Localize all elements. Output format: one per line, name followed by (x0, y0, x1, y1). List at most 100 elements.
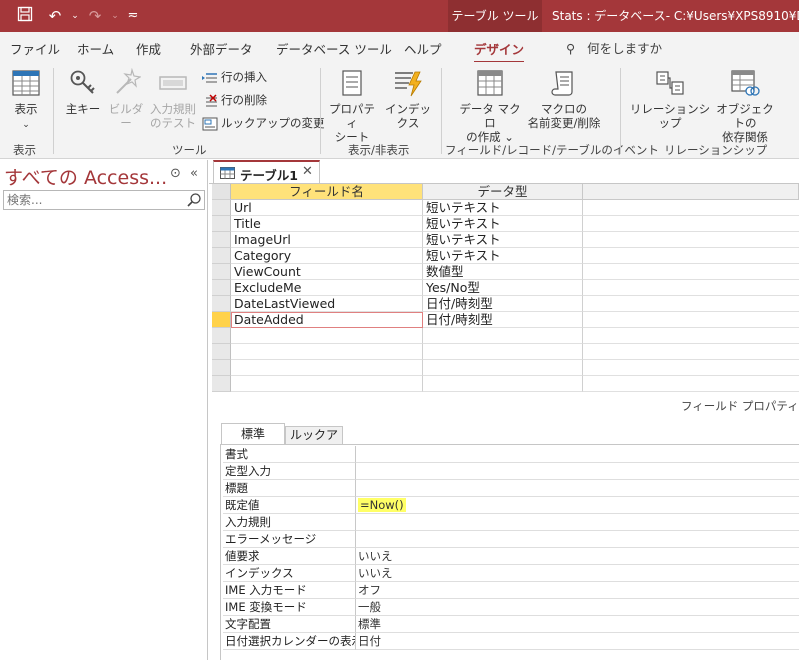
property-value[interactable] (356, 446, 799, 463)
property-value[interactable]: いいえ (356, 565, 799, 582)
nav-collapse-icon[interactable]: « (190, 166, 198, 181)
property-value[interactable]: オフ (356, 582, 799, 599)
nav-pane-title[interactable]: すべての Access... (4, 163, 167, 190)
tab-lookup[interactable]: ルックアップ (285, 426, 343, 459)
row-selector[interactable] (212, 360, 231, 376)
description-cell[interactable] (583, 248, 799, 264)
object-dependencies-button[interactable]: オブジェクトの 依存関係 (712, 68, 778, 144)
tell-me-label: 何をしますか (587, 41, 663, 56)
nav-search-box[interactable] (3, 190, 205, 210)
description-cell[interactable] (583, 200, 799, 216)
description-cell[interactable] (583, 216, 799, 232)
row-selector[interactable] (212, 312, 231, 328)
group-label-view: 表示 (13, 143, 36, 157)
description-cell[interactable] (583, 280, 799, 296)
property-value[interactable] (356, 531, 799, 548)
customize-toolbar-icon[interactable]: ≂ (122, 6, 144, 26)
data-type-cell[interactable] (423, 360, 583, 376)
test-rules-icon (159, 76, 187, 90)
description-cell[interactable] (583, 264, 799, 280)
property-value[interactable]: 一般 (356, 599, 799, 616)
key-icon (70, 70, 95, 94)
data-type-cell[interactable]: 日付/時刻型 (423, 312, 583, 328)
data-type-cell[interactable]: 短いテキスト (423, 248, 583, 264)
tab-file[interactable]: ファイル (10, 39, 60, 58)
rename-delete-macro-button[interactable]: マクロの 名前変更/削除 (522, 68, 606, 130)
field-name-cell[interactable] (231, 360, 423, 376)
chevron-down-icon: ⌄ (22, 120, 30, 130)
tab-database-tools[interactable]: データベース ツール (276, 39, 392, 58)
column-header-data-type: データ型 (423, 184, 583, 200)
indexes-button[interactable]: インデックス (380, 68, 436, 130)
tab-external-data[interactable]: 外部データ (190, 39, 253, 58)
nav-dropdown-icon[interactable]: ⊙ (170, 166, 181, 181)
row-selector[interactable] (212, 344, 231, 360)
row-selector[interactable] (212, 248, 231, 264)
close-icon[interactable]: ✕ (302, 164, 313, 179)
delete-rows-button[interactable]: 行の削除 (202, 91, 267, 109)
field-name-cell[interactable] (231, 328, 423, 344)
field-name-cell[interactable]: DateLastViewed (231, 296, 423, 312)
data-type-cell[interactable] (423, 344, 583, 360)
data-type-cell[interactable] (423, 328, 583, 344)
undo-icon[interactable]: ↶ (44, 6, 66, 26)
property-value[interactable] (356, 463, 799, 480)
tab-general[interactable]: 標準 (221, 423, 285, 445)
description-cell[interactable] (583, 312, 799, 328)
create-data-macros-button[interactable]: データ マクロ の作成 ⌄ (455, 68, 525, 144)
property-value[interactable]: 標準 (356, 616, 799, 633)
property-value[interactable] (356, 480, 799, 497)
description-cell[interactable] (583, 328, 799, 344)
row-selector[interactable] (212, 280, 231, 296)
row-selector[interactable] (212, 296, 231, 312)
tab-design[interactable]: デザイン (474, 39, 525, 64)
description-cell[interactable] (583, 232, 799, 248)
nav-search-input[interactable] (4, 191, 184, 209)
description-cell[interactable] (583, 296, 799, 312)
field-name-cell[interactable]: ImageUrl (231, 232, 423, 248)
data-type-cell[interactable]: 短いテキスト (423, 216, 583, 232)
field-name-cell[interactable]: ExcludeMe (231, 280, 423, 296)
property-value[interactable]: =Now() (356, 497, 799, 514)
search-icon[interactable] (186, 192, 202, 208)
data-type-cell[interactable]: 日付/時刻型 (423, 296, 583, 312)
field-name-cell[interactable]: DateAdded (231, 312, 423, 328)
field-name-cell[interactable]: ViewCount (231, 264, 423, 280)
data-type-cell[interactable]: 数値型 (423, 264, 583, 280)
row-selector[interactable] (212, 200, 231, 216)
tab-create[interactable]: 作成 (136, 39, 161, 58)
field-name-cell[interactable]: Category (231, 248, 423, 264)
property-value[interactable] (356, 514, 799, 531)
property-value[interactable]: いいえ (356, 548, 799, 565)
row-selector[interactable] (212, 264, 231, 280)
row-selector[interactable] (212, 216, 231, 232)
property-value[interactable]: 日付 (356, 633, 799, 650)
property-sheet-button[interactable]: プロパティ シート (328, 68, 376, 144)
group-label-relationships: リレーションシップ (664, 143, 768, 157)
description-cell[interactable] (583, 344, 799, 360)
modify-lookups-button[interactable]: ルックアップの変更 (202, 114, 325, 132)
field-name-cell[interactable] (231, 376, 423, 392)
data-type-cell[interactable]: Yes/No型 (423, 280, 583, 296)
description-cell[interactable] (583, 360, 799, 376)
field-name-cell[interactable] (231, 344, 423, 360)
table-document-tab[interactable]: テーブル1 ✕ (213, 160, 320, 184)
row-selector[interactable] (212, 328, 231, 344)
data-type-cell[interactable]: 短いテキスト (423, 200, 583, 216)
row-selector[interactable] (212, 376, 231, 392)
view-button[interactable]: 表示 ⌄ (6, 68, 46, 132)
tab-home[interactable]: ホーム (77, 39, 114, 58)
save-icon[interactable] (14, 6, 36, 26)
data-type-cell[interactable]: 短いテキスト (423, 232, 583, 248)
insert-rows-button[interactable]: 行の挿入 (202, 68, 267, 86)
data-type-cell[interactable] (423, 376, 583, 392)
tell-me-search[interactable]: ⚲ 何をしますか (566, 38, 662, 57)
field-name-cell[interactable]: Title (231, 216, 423, 232)
primary-key-button[interactable]: 主キー (62, 68, 104, 116)
row-selector[interactable] (212, 232, 231, 248)
undo-dropdown-icon[interactable]: ⌄ (64, 6, 86, 26)
relationships-button[interactable]: リレーションシップ (628, 68, 712, 130)
description-cell[interactable] (583, 376, 799, 392)
tab-help[interactable]: ヘルプ (404, 39, 442, 58)
field-name-cell[interactable]: Url (231, 200, 423, 216)
